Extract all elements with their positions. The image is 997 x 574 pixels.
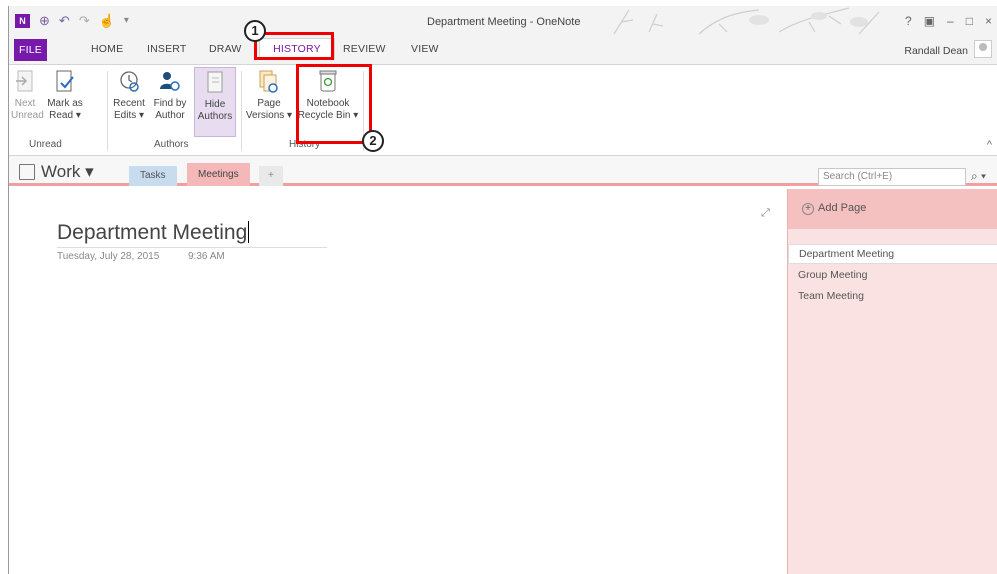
page-item-group-meeting[interactable]: Group Meeting [798, 269, 867, 281]
tab-review[interactable]: REVIEW [343, 43, 386, 55]
page-title[interactable]: Department Meeting [57, 221, 327, 248]
section-tab-meetings[interactable]: Meetings [187, 163, 250, 186]
window-controls: ? ▣ – □ × [905, 14, 992, 28]
close-button[interactable]: × [985, 14, 992, 28]
expand-icon[interactable]: ⤢ [761, 207, 770, 220]
notebook-icon [19, 164, 35, 180]
page-versions-button[interactable]: Page Versions ▾ [245, 69, 293, 122]
recent-edits-button[interactable]: Recent Edits ▾ [111, 69, 147, 122]
onenote-logo-icon: N [15, 14, 30, 28]
next-unread-button[interactable]: Next Unread [11, 69, 44, 122]
tab-home[interactable]: HOME [91, 43, 123, 55]
next-unread-icon [16, 70, 33, 92]
page-canvas[interactable]: Department Meeting Tuesday, July 28, 201… [9, 189, 787, 574]
callout-number-1: 1 [244, 20, 266, 42]
collapse-ribbon-button[interactable]: ^ [987, 139, 992, 151]
text-caret [248, 221, 250, 243]
customize-qat-icon[interactable]: ▾ [124, 14, 129, 28]
add-page-button[interactable]: + Add Page [788, 189, 997, 229]
page-date: Tuesday, July 28, 2015 [57, 251, 160, 262]
search-input[interactable]: Search (Ctrl+E) [818, 168, 966, 186]
avatar[interactable] [974, 40, 992, 58]
onenote-window: N ⊕ ↶ ↷ ☝ ▾ Department Meeting - OneNote [8, 6, 997, 574]
add-section-button[interactable]: + [259, 166, 283, 186]
back-icon[interactable]: ⊕ [39, 14, 50, 28]
notebook-bar: Work ▾ Tasks Meetings + Search (Ctrl+E) … [9, 156, 997, 186]
search-icon[interactable]: ⌕ ▾ [971, 169, 986, 184]
mark-as-read-icon [56, 70, 74, 92]
plus-circle-icon: + [802, 203, 814, 215]
notebook-picker[interactable]: Work ▾ [19, 162, 94, 182]
ribbon-display-icon[interactable]: ▣ [924, 14, 935, 28]
help-button[interactable]: ? [905, 14, 912, 28]
page-time: 9:36 AM [188, 251, 225, 262]
touch-mode-icon[interactable]: ☝ [99, 14, 115, 28]
redo-icon[interactable]: ↷ [79, 14, 90, 28]
decorative-branches [613, 7, 880, 35]
quick-access-toolbar: N ⊕ ↶ ↷ ☝ ▾ [15, 14, 129, 28]
mark-as-read-button[interactable]: Mark as Read ▾ [43, 69, 87, 122]
callout-number-2: 2 [362, 130, 384, 152]
minimize-button[interactable]: – [947, 14, 954, 28]
hide-authors-icon [207, 71, 223, 93]
maximize-button[interactable]: □ [966, 14, 973, 28]
section-tab-tasks[interactable]: Tasks [129, 166, 177, 186]
tab-view[interactable]: VIEW [411, 43, 439, 55]
title-bar: N ⊕ ↶ ↷ ☝ ▾ Department Meeting - OneNote [9, 6, 997, 36]
tab-insert[interactable]: INSERT [147, 43, 187, 55]
notebook-name: Work ▾ [41, 162, 94, 181]
group-label-unread: Unread [29, 139, 62, 150]
user-name[interactable]: Randall Dean [904, 45, 968, 57]
undo-icon[interactable]: ↶ [59, 14, 70, 28]
hide-authors-button[interactable]: Hide Authors [194, 67, 236, 137]
ribbon-tabs: FILE HOME INSERT DRAW HISTORY REVIEW VIE… [9, 36, 997, 64]
find-by-author-icon [160, 72, 180, 91]
window-title: Department Meeting - OneNote [427, 16, 581, 28]
ribbon-separator [241, 71, 242, 151]
tab-draw[interactable]: DRAW [209, 43, 242, 55]
callout-box-recycle-bin [296, 64, 372, 144]
page-versions-icon [259, 70, 278, 93]
page-item-team-meeting[interactable]: Team Meeting [798, 290, 864, 302]
callout-box-history-tab [254, 32, 334, 60]
page-list: + Add Page Department Meeting Group Meeti… [787, 189, 997, 574]
page-item-department-meeting[interactable]: Department Meeting [788, 244, 997, 264]
tab-file[interactable]: FILE [14, 39, 47, 61]
find-by-author-button[interactable]: Find by Author [149, 69, 191, 122]
recent-edits-icon [120, 71, 139, 92]
group-label-authors: Authors [154, 139, 189, 150]
ribbon-separator [107, 71, 108, 151]
ribbon-history: Next Unread Mark as Read ▾ Unread Recent Ed… [9, 64, 997, 156]
